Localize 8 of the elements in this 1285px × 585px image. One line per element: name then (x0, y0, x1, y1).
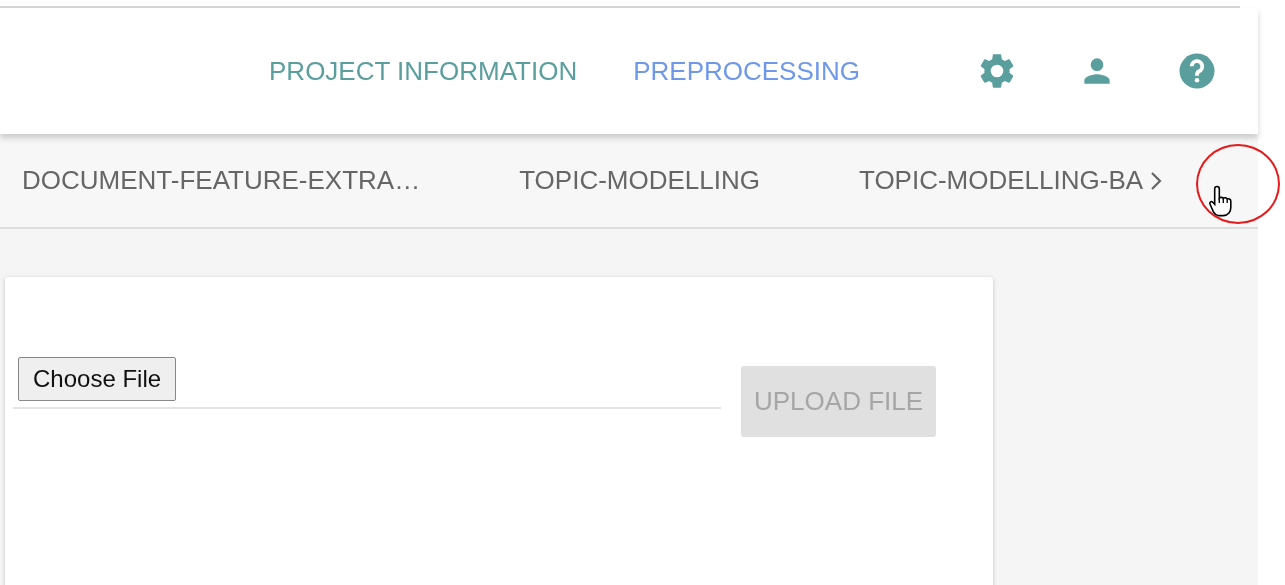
choose-file-button[interactable]: Choose File (18, 357, 177, 401)
nav-link[interactable]: PROJECT INFORMATION (269, 51, 578, 91)
tab[interactable]: TOPIC-MODELLING-BA (859, 161, 1144, 200)
tab[interactable]: DOCUMENT-FEATURE-EXTRA… (22, 161, 421, 200)
tab[interactable]: TOPIC-MODELLING (519, 161, 760, 200)
chevron-right-icon[interactable] (1149, 169, 1164, 192)
file-input-field[interactable]: Choose File (13, 357, 721, 409)
nav-link[interactable]: PREPROCESSING (633, 51, 860, 91)
